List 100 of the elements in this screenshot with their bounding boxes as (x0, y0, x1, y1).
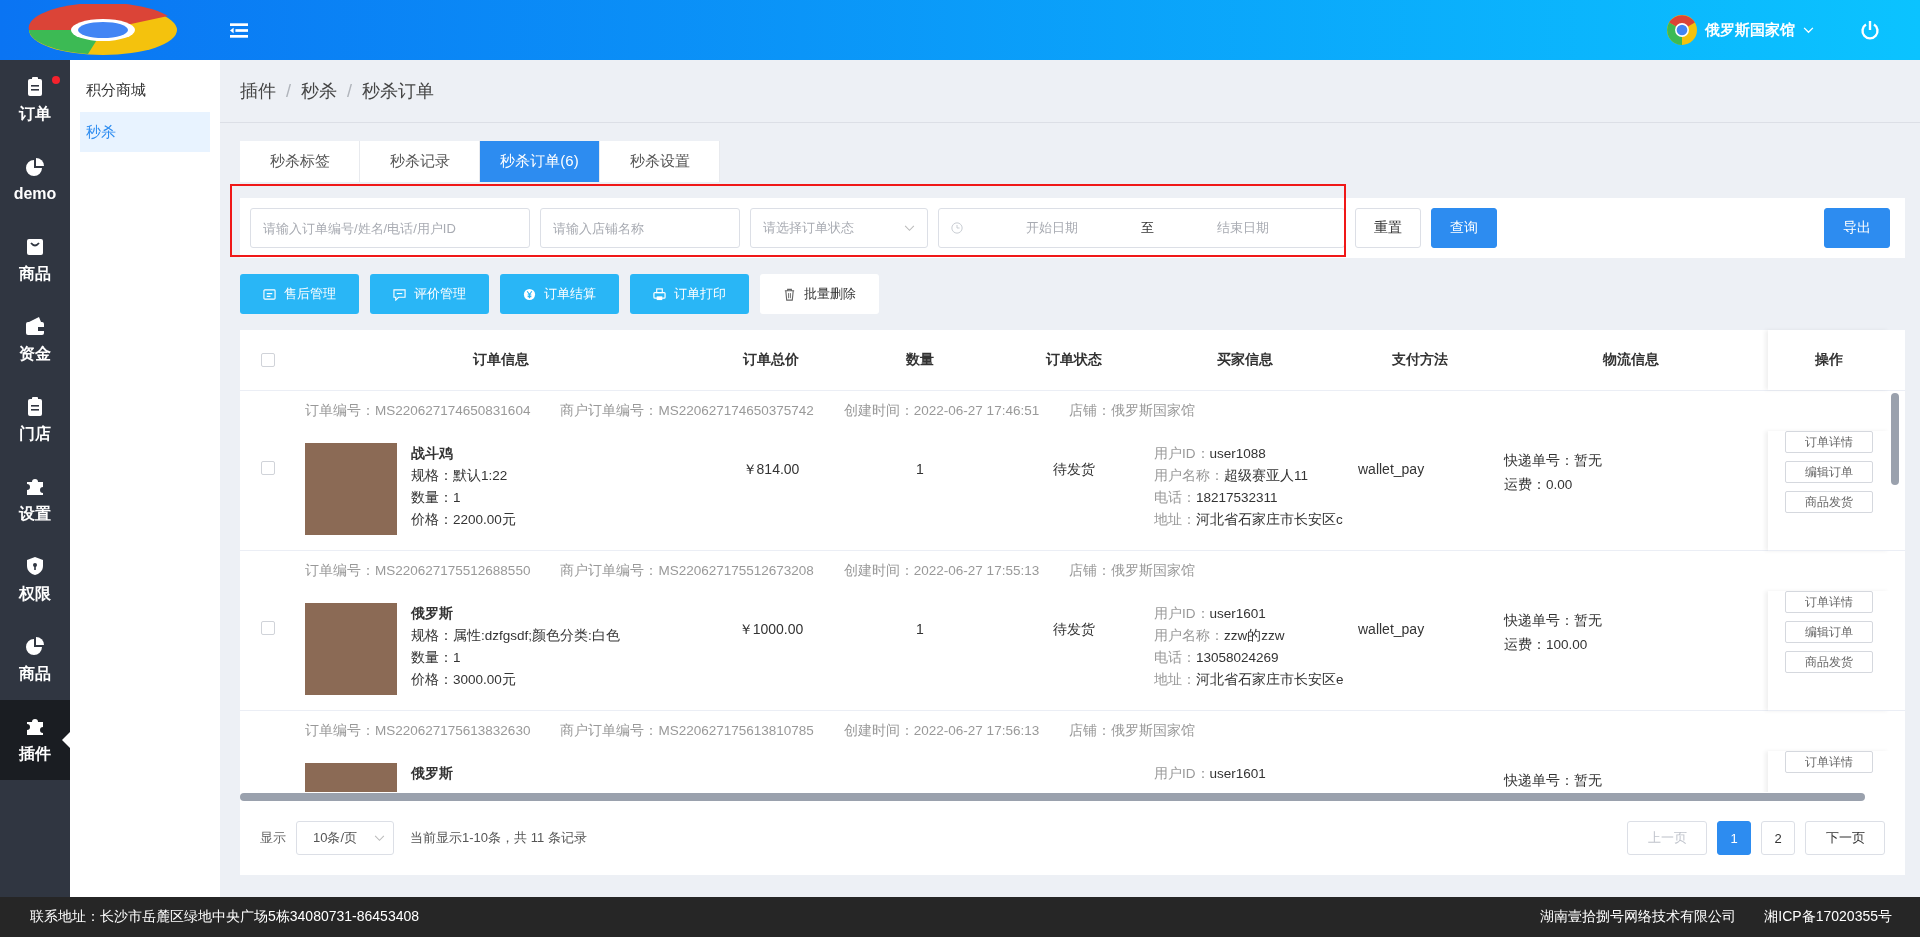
nav-item[interactable]: 插件 (0, 700, 70, 780)
vertical-scrollbar[interactable] (1891, 393, 1899, 485)
chevron-down-icon (904, 224, 915, 232)
product-detail: 数量：1 (411, 489, 462, 507)
nav-item[interactable]: 设置 (0, 460, 70, 540)
pie-icon (25, 635, 45, 656)
range-separator: 至 (1141, 219, 1154, 237)
chevron-down-icon (374, 834, 385, 842)
logistics-field: 快递单号：暂无 (1504, 609, 1768, 633)
comment-icon (393, 287, 406, 301)
avatar-icon[interactable] (1667, 15, 1697, 45)
round-logo-icon[interactable] (28, 4, 178, 56)
shop-name: 店铺：俄罗斯国家馆 (1069, 402, 1196, 420)
breadcrumb-separator: / (286, 80, 291, 102)
payment-method: wallet_pay (1358, 621, 1425, 637)
contact-address: 联系地址：长沙市岳麓区绿地中央广场5栋34080731-86453408 (30, 908, 420, 926)
breadcrumb-item[interactable]: 插件 (240, 79, 276, 103)
payment-method: wallet_pay (1358, 461, 1425, 477)
icp-number[interactable]: 湘ICP备17020355号 (1764, 908, 1892, 926)
menu-icon[interactable] (230, 22, 248, 38)
column-header: 买家信息 (1217, 351, 1273, 369)
operation-button[interactable]: 编辑订单 (1785, 461, 1873, 483)
total-price: ￥814.00 (742, 461, 800, 479)
nav-item[interactable]: demo (0, 140, 70, 220)
start-date-placeholder: 开始日期 (1025, 219, 1079, 237)
operation-button[interactable]: 订单详情 (1785, 431, 1873, 453)
order-number: 订单编号：MS220627175512688550 (305, 562, 531, 580)
pie-icon (25, 157, 45, 177)
tab[interactable]: 秒杀设置 (600, 141, 720, 182)
breadcrumb-item[interactable]: 秒杀 (301, 79, 337, 103)
wallet-icon (25, 315, 45, 336)
horizontal-scrollbar[interactable] (240, 793, 1865, 801)
nav-item[interactable]: 商品 (0, 220, 70, 300)
logistics-field: 运费：0.00 (1504, 473, 1768, 497)
total-price: ￥1000.00 (738, 621, 804, 639)
operation-button[interactable]: 编辑订单 (1785, 621, 1873, 643)
order-number: 订单编号：MS220627175613832630 (305, 722, 531, 740)
nav-item[interactable]: 商品 (0, 620, 70, 700)
merchant-order-number: 商户订单编号：MS220627175512673208 (560, 562, 814, 580)
show-label: 显示 (260, 829, 286, 847)
date-range-field[interactable]: 开始日期 至 结束日期 (938, 208, 1345, 248)
product-detail: 价格：3000.00元 (411, 671, 517, 689)
product-name: 俄罗斯 (411, 765, 453, 783)
buyer-field: 用户ID：user1601 (1154, 603, 1346, 625)
tab[interactable]: 秒杀标签 (240, 141, 360, 182)
page-button[interactable]: 2 (1761, 821, 1795, 855)
product-detail: 数量：1 (411, 649, 462, 667)
column-header: 数量 (906, 351, 934, 369)
clock-icon (951, 222, 963, 234)
order-search-field[interactable]: 请输入订单编号/姓名/电话/用户ID (250, 208, 530, 248)
quantity: 1 (916, 461, 924, 477)
nav-item[interactable]: 权限 (0, 540, 70, 620)
select-all-checkbox[interactable] (261, 353, 275, 367)
shop-name: 店铺：俄罗斯国家馆 (1069, 562, 1196, 580)
row-checkbox[interactable] (261, 621, 275, 635)
clipboard-icon (25, 75, 45, 96)
shield-icon (25, 555, 45, 576)
next-page-button[interactable]: 下一页 (1805, 821, 1885, 855)
column-header: 订单状态 (1046, 351, 1102, 369)
row-checkbox[interactable] (261, 461, 275, 475)
quantity: 1 (916, 621, 924, 637)
shop-name: 店铺：俄罗斯国家馆 (1069, 722, 1196, 740)
caret-icon[interactable] (1803, 26, 1814, 34)
reset-button[interactable]: 重置 (1355, 208, 1421, 248)
order-status: 待发货 (1053, 621, 1095, 639)
page-size-select[interactable]: 10条/页 (296, 821, 394, 855)
product-detail: 价格：2200.00元 (411, 511, 516, 529)
shop-name-field[interactable]: 请输入店铺名称 (540, 208, 740, 248)
merchant-order-number: 商户订单编号：MS220627174650375742 (560, 402, 814, 420)
product-name: 战斗鸡 (411, 445, 454, 463)
power-icon[interactable] (1860, 20, 1880, 40)
buyer-field: 电话：13058024269 (1154, 647, 1346, 669)
operation-button[interactable]: 订单详情 (1785, 591, 1873, 613)
logistics-field: 快递单号：暂无 (1504, 449, 1768, 473)
logistics-field: 运费：100.00 (1504, 633, 1768, 657)
list-icon (263, 287, 276, 301)
buyer-field: 用户ID：user1088 (1154, 443, 1346, 465)
end-date-placeholder: 结束日期 (1216, 219, 1270, 237)
column-header: 支付方法 (1392, 351, 1448, 369)
buyer-field: 地址：河北省石家庄市长安区c (1154, 509, 1346, 531)
nav-item[interactable]: 门店 (0, 380, 70, 460)
operation-button[interactable]: 商品发货 (1785, 651, 1873, 673)
product-detail: 规格：默认1:22 (411, 467, 509, 485)
action-button[interactable]: 批量删除 (760, 274, 879, 314)
page-summary: 当前显示1-10条，共 11 条记录 (410, 829, 587, 847)
breadcrumb-separator: / (347, 80, 353, 102)
operation-button[interactable]: 订单详情 (1785, 751, 1873, 773)
column-header: 物流信息 (1603, 351, 1659, 369)
order-number: 订单编号：MS220627174650831604 (305, 402, 531, 420)
nav-item[interactable]: 资金 (0, 300, 70, 380)
column-header: 订单总价 (743, 351, 799, 369)
buyer-field: 用户名称：zzw的zzw (1154, 625, 1346, 647)
tab[interactable]: 秒杀记录 (360, 141, 480, 182)
created-time: 创建时间：2022-06-27 17:56:13 (843, 722, 1040, 740)
logistics-field: 快递单号：暂无 (1504, 769, 1768, 792)
submenu-item[interactable]: 积分商城 (80, 70, 210, 110)
trash-icon (783, 287, 796, 301)
buyer-field: 用户名称：超级赛亚人11 (1154, 465, 1346, 487)
nav-item[interactable]: 订单 (0, 60, 70, 140)
operation-button[interactable]: 商品发货 (1785, 491, 1873, 513)
